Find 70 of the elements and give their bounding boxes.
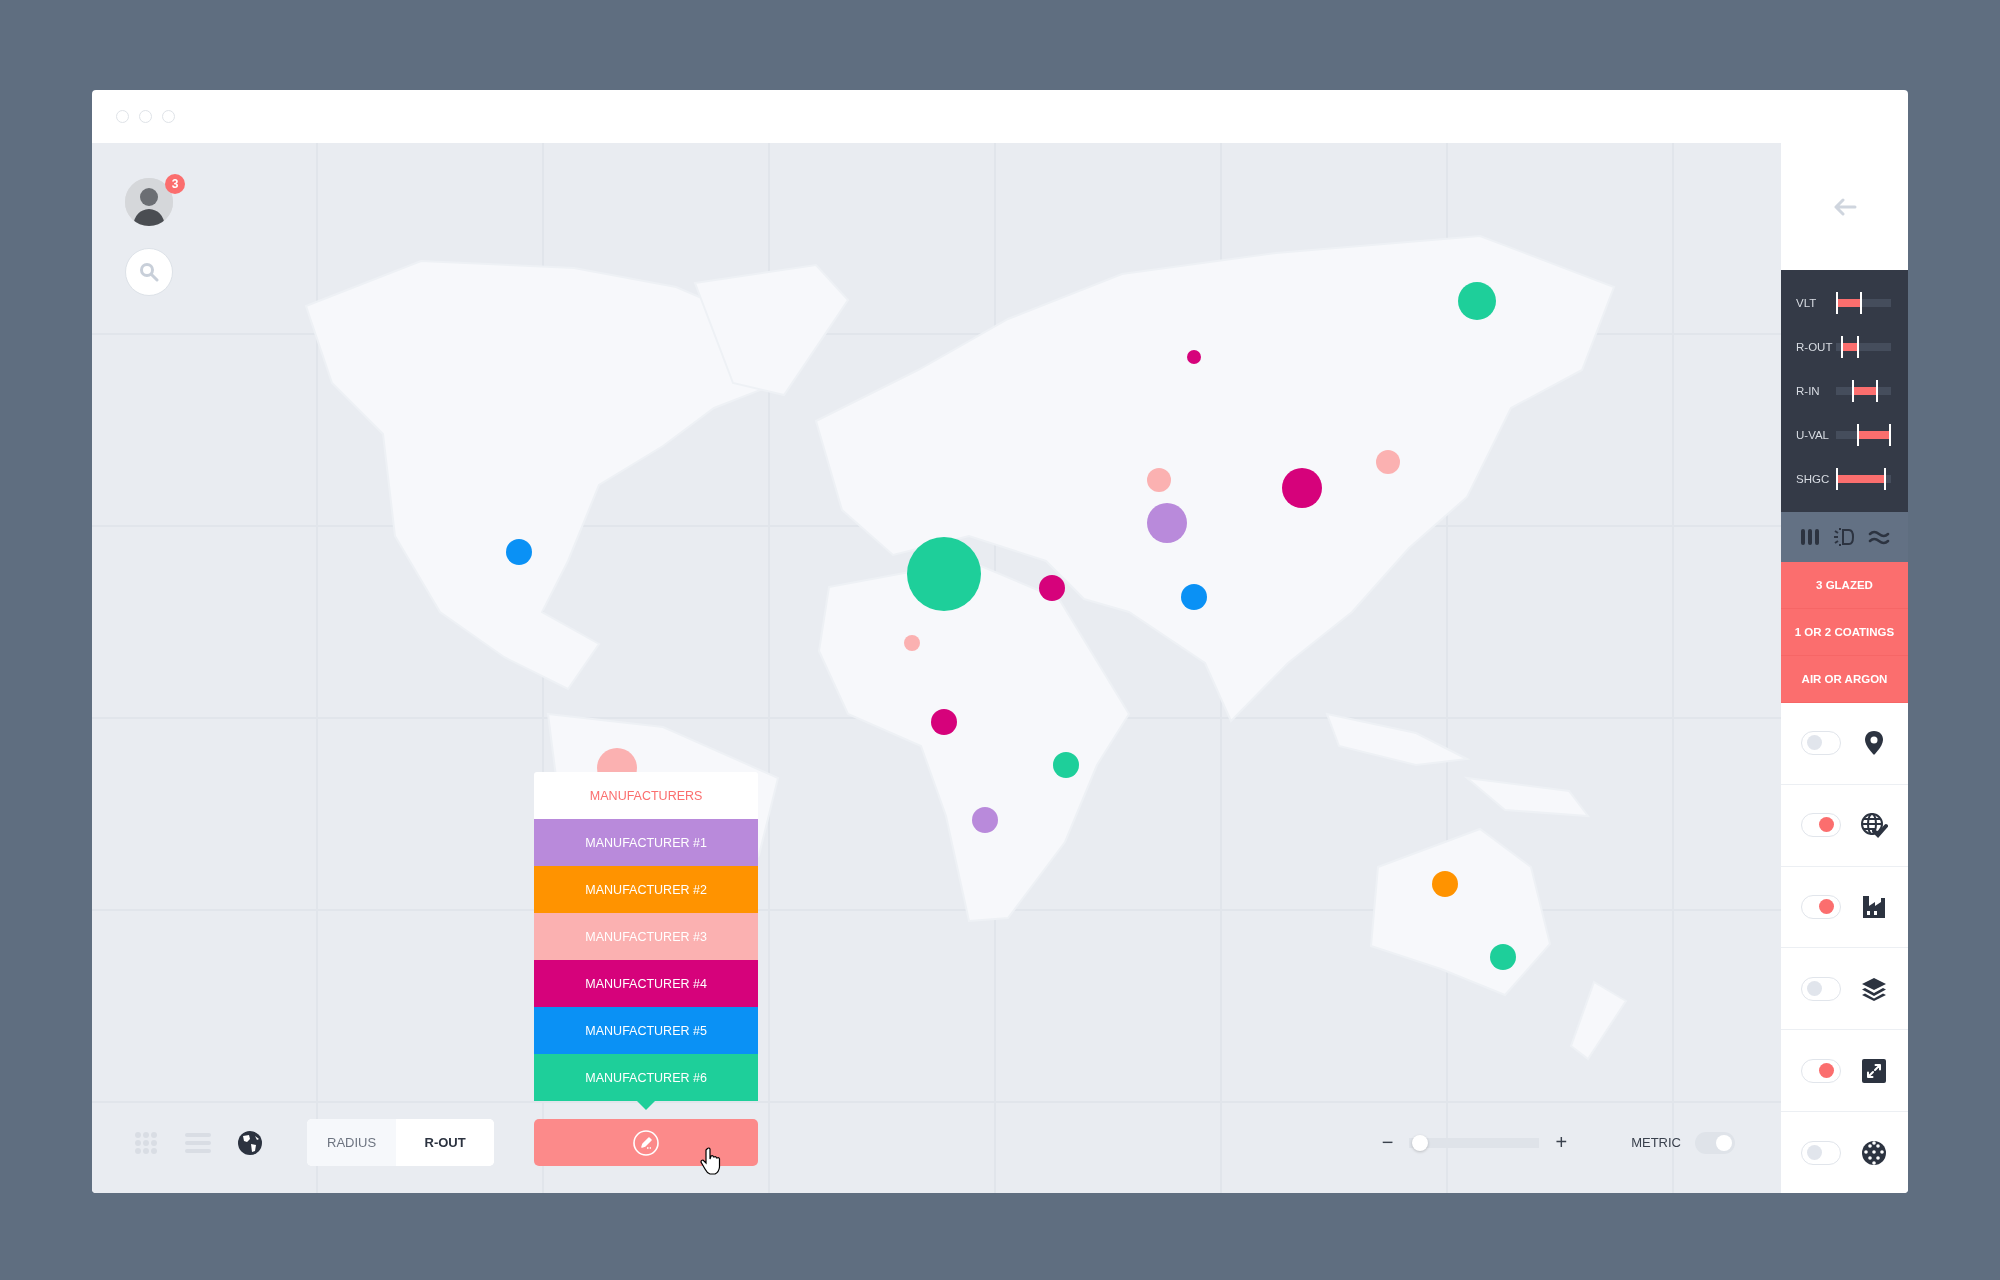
option-button[interactable]: 3 GLAZED <box>1781 562 1908 609</box>
mesh-layer-button[interactable] <box>1860 1139 1888 1166</box>
globe-check-icon <box>1860 812 1888 839</box>
manufacturer-item[interactable]: MANUFACTURER #3 <box>534 913 759 960</box>
slider-handle[interactable] <box>1883 468 1886 490</box>
filter-label: VLT <box>1796 297 1818 309</box>
manufacturer-item[interactable]: MANUFACTURER #1 <box>534 819 759 866</box>
expand-layer-button[interactable] <box>1860 1058 1888 1083</box>
metric-toggle[interactable] <box>1695 1131 1735 1154</box>
range-fill <box>1837 299 1861 307</box>
option-button[interactable]: AIR OR ARGON <box>1781 656 1908 703</box>
segment-tab[interactable]: RADIUS <box>307 1119 397 1166</box>
range-fill <box>1858 431 1890 439</box>
slider-thumb[interactable] <box>1411 1134 1428 1151</box>
factory-icon <box>1862 895 1886 920</box>
manufacturer-item[interactable]: MANUFACTURER #5 <box>534 1007 759 1054</box>
notification-badge: 3 <box>165 174 185 194</box>
back-arrow-icon <box>1832 197 1857 216</box>
metric-label: METRIC <box>1631 1135 1681 1150</box>
expand-icon <box>1862 1058 1886 1083</box>
manufacturer-item[interactable]: MANUFACTURER #4 <box>534 960 759 1007</box>
light-button[interactable] <box>1832 527 1855 547</box>
layer-toggle[interactable] <box>1801 1140 1841 1165</box>
layer-toggle[interactable] <box>1801 813 1841 838</box>
layer-toggle[interactable] <box>1801 731 1841 756</box>
filter-label: R-IN <box>1796 385 1821 397</box>
filter-label: U-VAL <box>1796 429 1831 441</box>
layer-toggle[interactable] <box>1801 895 1841 920</box>
zoom-in-button[interactable]: + <box>1553 1131 1570 1154</box>
layers-layer-button[interactable] <box>1860 976 1888 1001</box>
range-fill <box>1852 387 1877 395</box>
dropdown-title: MANUFACTURERS <box>588 787 704 805</box>
slider-handle[interactable] <box>1836 292 1838 314</box>
light-icon <box>1832 527 1855 547</box>
filter-label: SHGC <box>1796 473 1831 485</box>
hand-cursor-icon <box>700 1147 723 1175</box>
globe-icon <box>237 1129 263 1156</box>
location-pin-icon <box>1864 730 1884 757</box>
option-button[interactable]: 1 OR 2 COATINGS <box>1781 609 1908 656</box>
search-icon <box>139 262 159 282</box>
slider-handle[interactable] <box>1841 336 1844 358</box>
pencil-icon <box>633 1129 660 1156</box>
range-fill <box>1837 475 1885 483</box>
layers-icon <box>1861 976 1887 1001</box>
slider-handle[interactable] <box>1875 380 1878 402</box>
slider-handle[interactable] <box>1857 424 1860 446</box>
waves-button[interactable] <box>1867 529 1890 545</box>
factory-layer-button[interactable] <box>1860 895 1888 920</box>
globe-check-layer-button[interactable] <box>1860 812 1888 839</box>
edit-button[interactable] <box>534 1119 759 1166</box>
layer-toggle[interactable] <box>1801 1058 1841 1083</box>
dropdown-pointer <box>637 1101 656 1110</box>
slider-handle[interactable] <box>1889 424 1891 446</box>
layer-toggle[interactable] <box>1801 976 1841 1001</box>
filter-label: R-OUT <box>1796 341 1834 353</box>
globe-view-button[interactable] <box>237 1129 263 1156</box>
dotted-sphere-icon <box>1861 1139 1887 1166</box>
columns-button[interactable] <box>1799 528 1820 546</box>
slider-handle[interactable] <box>1859 292 1862 314</box>
manufacturer-item[interactable]: MANUFACTURER #6 <box>534 1054 759 1101</box>
columns-icon <box>1799 528 1820 546</box>
search-button[interactable] <box>125 248 173 296</box>
slider-handle[interactable] <box>1836 468 1838 490</box>
map-marker[interactable] <box>1039 575 1065 601</box>
user-avatar[interactable] <box>125 178 173 226</box>
slider-handle[interactable] <box>1851 380 1854 402</box>
waves-icon <box>1867 529 1890 545</box>
manufacturer-item[interactable]: MANUFACTURER #2 <box>534 866 759 913</box>
slider-handle[interactable] <box>1857 336 1860 358</box>
zoom-out-button[interactable]: − <box>1379 1131 1396 1154</box>
